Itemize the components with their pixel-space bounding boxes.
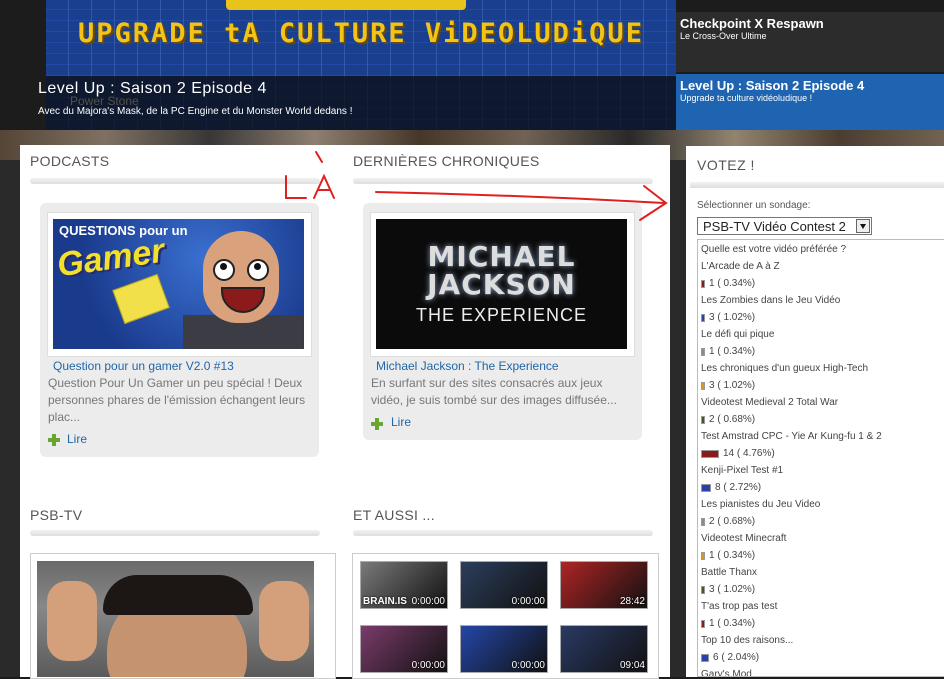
poll-title: VOTEZ ! <box>697 157 755 173</box>
poll-option-bar <box>701 518 705 526</box>
chevron-down-icon[interactable] <box>856 219 870 233</box>
poll-option-label: Le défi qui pique <box>701 329 775 340</box>
poll-option-bar <box>701 620 705 628</box>
poll-option-bar <box>701 654 709 662</box>
poll-option-votes: 1 ( 0.34%) <box>709 346 756 357</box>
podcast-art-top: QUESTIONS pour un <box>59 223 188 238</box>
section-title-etaussi: ET AUSSI ... <box>353 507 435 523</box>
plus-icon[interactable] <box>371 418 383 430</box>
eye-icon <box>247 259 269 281</box>
poll-option-bar <box>701 348 705 356</box>
hair-shape <box>103 575 253 615</box>
poll-option-label: Gary's Mod <box>701 669 752 677</box>
banner-title[interactable]: Level Up : Saison 2 Episode 4 <box>38 80 267 98</box>
chronique-art-subtitle: THE EXPERIENCE <box>415 305 588 325</box>
poll-option-votes: 1 ( 0.34%) <box>709 550 756 561</box>
slider-item-subtitle: Le Cross-Over Ultime <box>680 31 767 41</box>
section-divider <box>30 178 320 184</box>
slider-item-subtitle: Upgrade ta culture vidéoludique ! <box>680 93 813 103</box>
poll-option-label: Les pianistes du Jeu Video <box>701 499 821 510</box>
poll-option-bar <box>701 382 705 390</box>
slider-item-title: Checkpoint X Respawn <box>680 16 824 31</box>
poll-option-bar <box>701 314 705 322</box>
poll-option-label: L'Arcade de A à Z <box>701 261 780 272</box>
banner-slogan: UPGRADE tA CULTURE ViDEOLUDiQUE <box>78 18 644 49</box>
poll-option-label: Kenji-Pixel Test #1 <box>701 465 784 476</box>
poll-option-label: Les Zombies dans le Jeu Vidéo <box>701 295 841 306</box>
video-thumbnail[interactable]: 09:04 <box>560 625 648 673</box>
thumbnail-label: BRAIN.IS <box>363 596 407 607</box>
slider-item-checkpoint[interactable]: Checkpoint X Respawn Le Cross-Over Ultim… <box>676 12 944 72</box>
section-divider <box>353 530 653 536</box>
podcast-read-link[interactable]: Lire <box>67 432 87 446</box>
poll-option-votes: 6 ( 2.04%) <box>713 652 760 663</box>
video-thumbnail[interactable]: 28:42 <box>560 561 648 609</box>
poll-option-votes: 3 ( 1.02%) <box>709 584 756 595</box>
section-divider <box>690 182 944 188</box>
poll-option-bar <box>701 416 705 424</box>
section-title-psbtv: PSB-TV <box>30 507 83 523</box>
hand-shape <box>47 581 97 661</box>
poll-option-votes: 8 ( 2.72%) <box>715 482 762 493</box>
slider-nav: Checkpoint X Respawn Le Cross-Over Ultim… <box>676 0 944 130</box>
poll-select-value: PSB-TV Vidéo Contest 2 <box>703 219 846 234</box>
poll-option-votes: 1 ( 0.34%) <box>709 618 756 629</box>
podcast-thumbnail[interactable]: QUESTIONS pour un Gamer <box>53 219 304 349</box>
banner-description: Avec du Majora's Mask, de la PC Engine e… <box>38 106 353 117</box>
section-title-podcasts: PODCASTS <box>30 153 110 169</box>
poll-option-votes: 2 ( 0.68%) <box>709 414 756 425</box>
video-duration: 0:00:00 <box>511 596 545 607</box>
poll-option-votes: 2 ( 0.68%) <box>709 516 756 527</box>
poll-option-label: Top 10 des raisons... <box>701 635 794 646</box>
video-duration: 09:04 <box>619 660 645 671</box>
video-duration: 28:42 <box>619 596 645 607</box>
poll-option-votes: 3 ( 1.02%) <box>709 312 756 323</box>
poll-option-label: Les chroniques d'un gueux High-Tech <box>701 363 869 374</box>
poll-option-bar <box>701 280 705 288</box>
poll-option-bar <box>701 484 711 492</box>
answer-card-icon <box>112 273 170 325</box>
chronique-read-link[interactable]: Lire <box>391 415 411 429</box>
poll-option-bar <box>701 552 705 560</box>
poll-option-label: Battle Thanx <box>701 567 757 578</box>
video-duration: 0:00:00 <box>411 660 445 671</box>
poll-option-bar <box>701 450 719 458</box>
poll-option-bar <box>701 586 705 594</box>
chronique-thumbnail[interactable]: MICHAEL JACKSON THE EXPERIENCE <box>376 219 627 349</box>
chronique-art-title: MICHAEL JACKSON <box>427 240 576 301</box>
poll-option-label: T'as trop pas test <box>701 601 778 612</box>
poll-results: Quelle est votre vidéo préférée ? L'Arca… <box>697 239 944 677</box>
poll-select-label: Sélectionner un sondage: <box>697 200 811 211</box>
video-duration: 0:00:00 <box>411 596 445 607</box>
video-thumbnail[interactable]: BRAIN.IS 0:00:00 <box>360 561 448 609</box>
section-title-chroniques: DERNIÈRES CHRONIQUES <box>353 153 540 169</box>
podcast-excerpt: Question Pour Un Gamer un peu spécial ! … <box>48 376 306 424</box>
section-divider <box>353 178 653 184</box>
podcast-title-link[interactable]: Question pour un gamer V2.0 #13 <box>53 359 234 373</box>
video-thumbnail[interactable]: 0:00:00 <box>460 625 548 673</box>
banner-logo <box>226 0 466 10</box>
poll-option-votes: 14 ( 4.76%) <box>723 448 775 459</box>
slider-item-title: Level Up : Saison 2 Episode 4 <box>680 78 865 93</box>
eye-icon <box>213 259 235 281</box>
poll-option-votes: 3 ( 1.02%) <box>709 380 756 391</box>
poll-option-label: Test Amstrad CPC - Yie Ar Kung-fu 1 & 2 <box>701 431 882 442</box>
poll-question: Quelle est votre vidéo préférée ? <box>701 244 847 255</box>
plus-icon[interactable] <box>48 434 60 446</box>
section-divider <box>30 530 320 536</box>
psbtv-video-thumbnail[interactable] <box>37 561 314 677</box>
hand-shape <box>259 581 309 661</box>
chronique-title-link[interactable]: Michael Jackson : The Experience <box>376 359 559 373</box>
video-thumbnail[interactable]: 0:00:00 <box>360 625 448 673</box>
slider-item-levelup[interactable]: Level Up : Saison 2 Episode 4 Upgrade ta… <box>676 74 944 130</box>
poll-option-label: Videotest Medieval 2 Total War <box>701 397 839 408</box>
poll-option-label: Videotest Minecraft <box>701 533 787 544</box>
poll-option-votes: 1 ( 0.34%) <box>709 278 756 289</box>
chronique-excerpt: En surfant sur des sites consacrés aux j… <box>371 376 617 407</box>
video-duration: 0:00:00 <box>511 660 545 671</box>
poll-select[interactable]: PSB-TV Vidéo Contest 2 <box>697 217 872 235</box>
video-thumbnail[interactable]: 0:00:00 <box>460 561 548 609</box>
